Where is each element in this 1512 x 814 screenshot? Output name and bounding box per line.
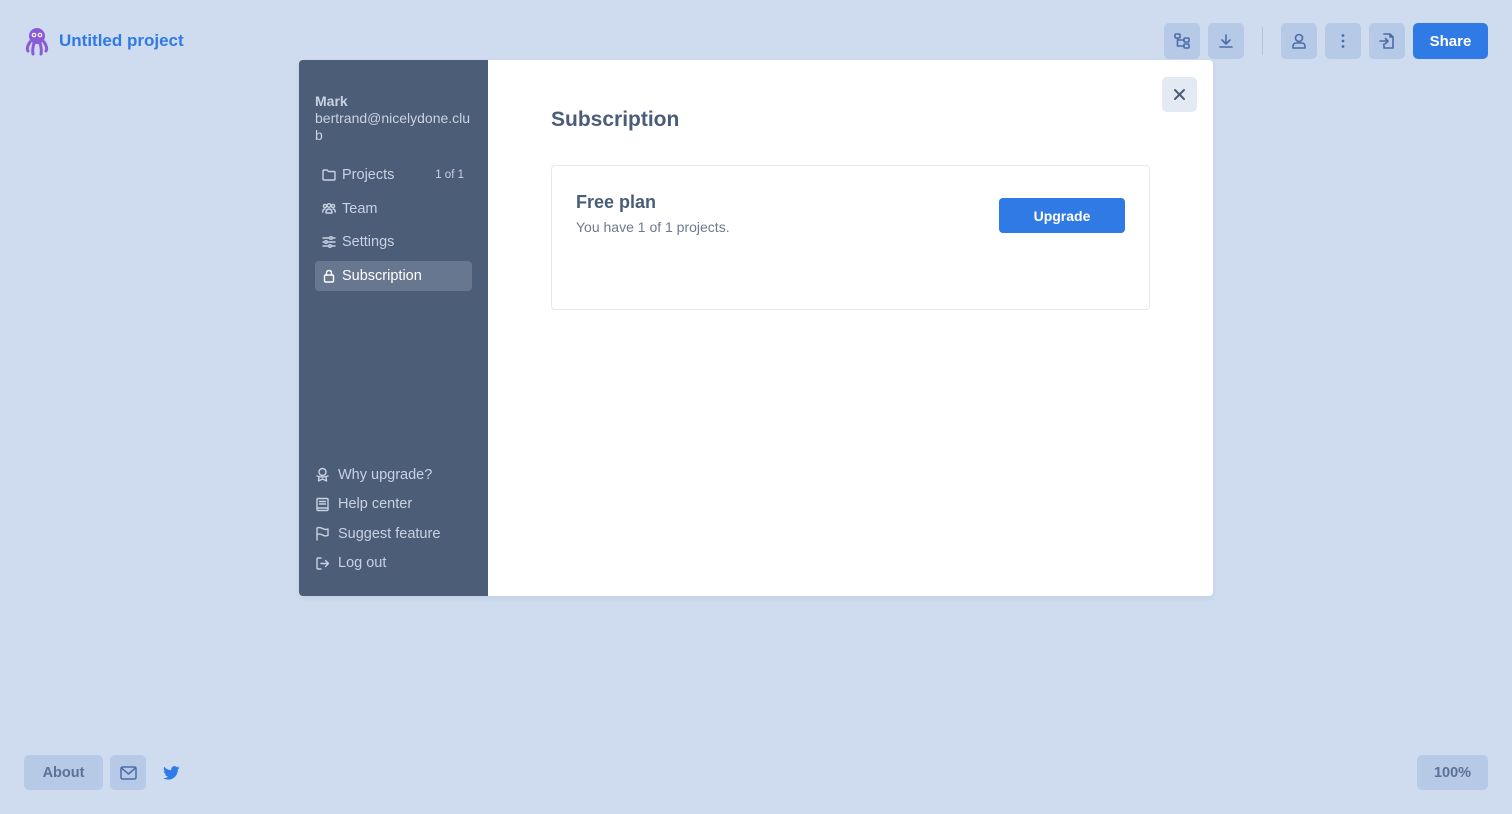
projects-count: 1 of 1 [435,169,464,181]
flag-icon [316,527,329,541]
sliders-icon [322,236,336,248]
share-button[interactable]: Share [1413,23,1488,59]
import-icon [1379,33,1394,49]
project-header: Untitled project [24,26,184,56]
user-icon [1292,33,1306,49]
sidebar-item-label: Projects [342,167,395,183]
octopus-logo-icon[interactable] [24,26,50,56]
more-icon [1341,34,1345,48]
upgrade-button[interactable]: Upgrade [999,198,1125,233]
why-upgrade-label: Why upgrade? [338,466,433,483]
help-center-link[interactable]: Help center [315,490,440,520]
project-title[interactable]: Untitled project [59,31,184,51]
sidebar-item-projects[interactable]: Projects 1 of 1 [315,160,472,190]
sidebar-item-label: Settings [342,234,395,250]
award-icon [316,468,329,482]
more-button[interactable] [1325,23,1361,59]
why-upgrade-link[interactable]: Why upgrade? [315,460,440,490]
sidebar-item-subscription[interactable]: Subscription [315,260,472,291]
book-icon [316,497,329,511]
download-button[interactable] [1208,23,1244,59]
close-icon [1174,89,1185,100]
folder-icon [322,169,336,181]
zoom-level-button[interactable]: 100% [1417,755,1488,790]
sidebar-item-team[interactable]: Team [315,194,472,224]
sidebar-item-label: Team [342,200,378,217]
twitter-icon[interactable] [163,765,180,780]
sidebar-footer-links: Why upgrade? Help center Suggest feature [315,460,440,578]
subscription-panel: Subscription Free plan You have 1 of 1 p… [488,60,1213,596]
page-title: Subscription [551,108,680,131]
lock-icon [323,269,335,283]
toolbar-divider [1262,27,1263,55]
logout-label: Log out [338,555,387,572]
plan-card: Free plan You have 1 of 1 projects. Upgr… [551,165,1150,310]
suggest-feature-label: Suggest feature [338,525,441,542]
footer-links: About [24,755,180,790]
mail-icon [119,765,137,780]
account-name: Mark [315,93,348,109]
sidebar-item-settings[interactable]: Settings [315,227,472,257]
account-email: bertrand@nicelydone.club [315,110,471,143]
diagram-button[interactable] [1164,23,1200,59]
help-center-label: Help center [338,496,413,513]
close-button[interactable] [1162,77,1197,112]
download-icon [1219,34,1233,48]
email-button[interactable] [110,755,146,790]
logout-link[interactable]: Log out [315,549,440,579]
top-toolbar: Share [1156,23,1488,59]
sidebar-item-label: Subscription [342,267,422,284]
logout-icon [316,557,330,570]
account-nav: Projects 1 of 1 Team Settings Subscripti… [315,160,472,291]
account-modal: Mark bertrand@nicelydone.club Projects 1… [299,60,1213,596]
suggest-feature-link[interactable]: Suggest feature [315,519,440,549]
about-button[interactable]: About [24,755,103,790]
account-sidebar: Mark bertrand@nicelydone.club Projects 1… [299,60,488,596]
team-icon [322,202,336,214]
import-button[interactable] [1369,23,1405,59]
diagram-icon [1174,33,1190,49]
account-button[interactable] [1281,23,1317,59]
